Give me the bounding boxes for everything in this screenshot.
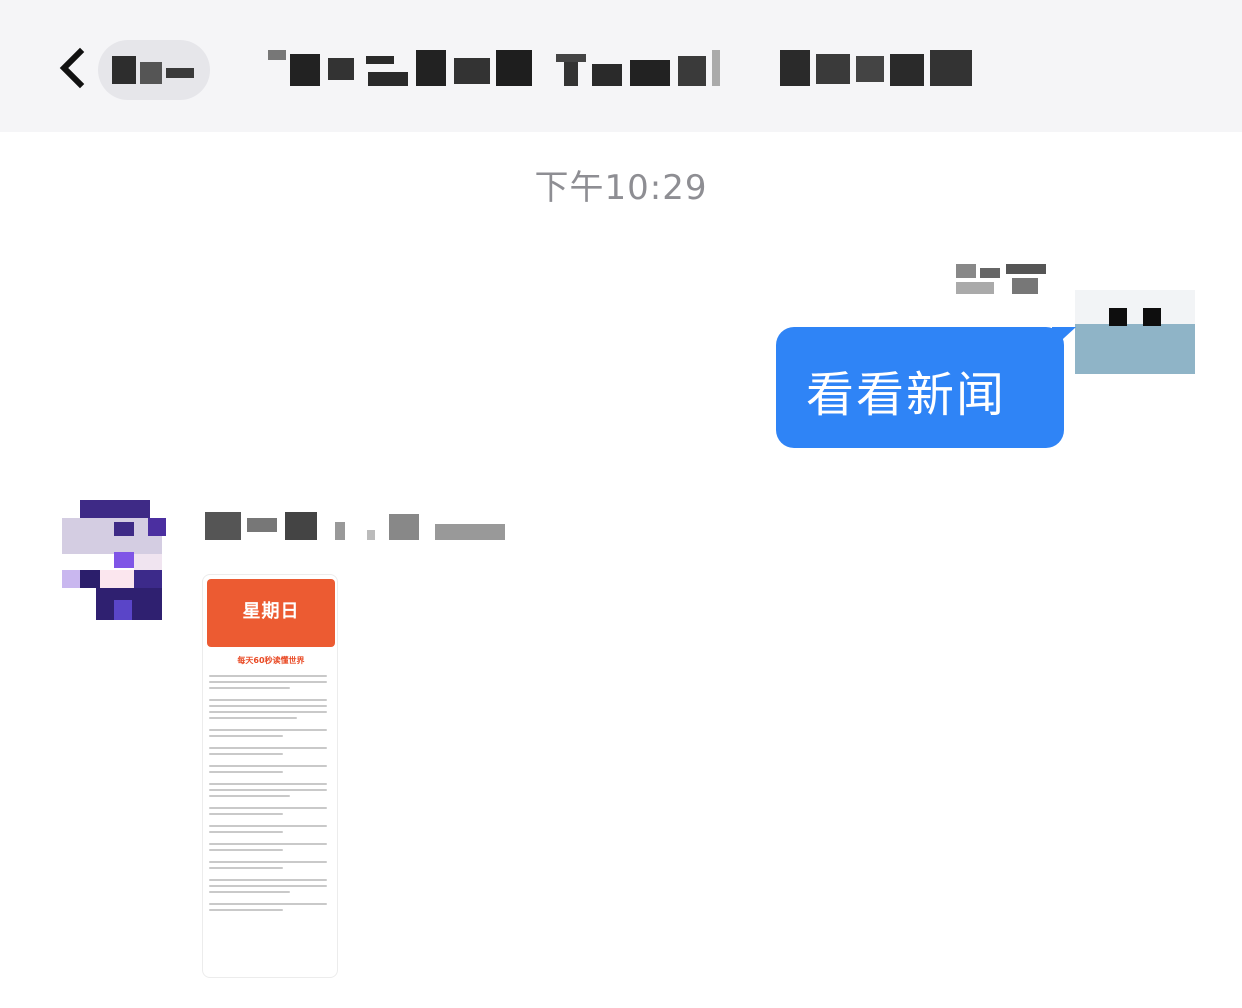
card-text-line	[209, 681, 327, 683]
card-text-line	[209, 711, 327, 713]
news-image-message[interactable]: 星期日 每天60秒读懂世界	[202, 574, 338, 978]
card-text-line	[209, 729, 327, 731]
card-text-line	[209, 747, 327, 749]
card-text-line	[209, 753, 283, 755]
card-text-line	[209, 903, 327, 905]
card-header: 星期日	[207, 579, 335, 647]
card-text-line	[209, 687, 290, 689]
card-text-line	[209, 831, 283, 833]
chat-header	[0, 0, 1242, 132]
sender-name-obscured	[952, 264, 1048, 296]
outgoing-message-bubble[interactable]: 看看新闻	[776, 327, 1076, 448]
card-text-line	[209, 813, 283, 815]
card-text-line	[209, 735, 283, 737]
card-text-line	[209, 909, 283, 911]
card-text-line	[209, 765, 327, 767]
card-text-line	[209, 789, 327, 791]
header-avatar-pixel	[166, 68, 194, 78]
card-text-line	[209, 867, 283, 869]
chat-title-obscured	[268, 46, 980, 90]
card-text-line	[209, 795, 290, 797]
card-text-line	[209, 699, 327, 701]
header-avatar-pixel	[140, 62, 162, 84]
card-text-line	[209, 885, 327, 887]
card-text-line	[209, 861, 327, 863]
card-text-line	[209, 825, 327, 827]
message-text: 看看新闻	[806, 367, 1007, 423]
card-text-line	[209, 783, 327, 785]
avatar[interactable]	[1075, 290, 1195, 374]
card-text-line	[209, 705, 327, 707]
card-text-line	[209, 849, 283, 851]
avatar[interactable]	[62, 500, 166, 620]
sender-name-obscured	[205, 510, 507, 542]
chevron-left-icon[interactable]	[56, 46, 88, 90]
card-day-title: 星期日	[242, 601, 300, 622]
card-text-line	[209, 717, 297, 719]
card-text-line	[209, 771, 283, 773]
card-heading: 每天60秒读懂世界	[237, 656, 305, 665]
card-text-line	[209, 675, 327, 677]
card-text-line	[209, 891, 290, 893]
message-timestamp: 下午10:29	[534, 168, 708, 208]
header-avatar-pixel	[112, 56, 136, 84]
card-text-line	[209, 843, 327, 845]
card-text-line	[209, 879, 327, 881]
card-text-line	[209, 807, 327, 809]
